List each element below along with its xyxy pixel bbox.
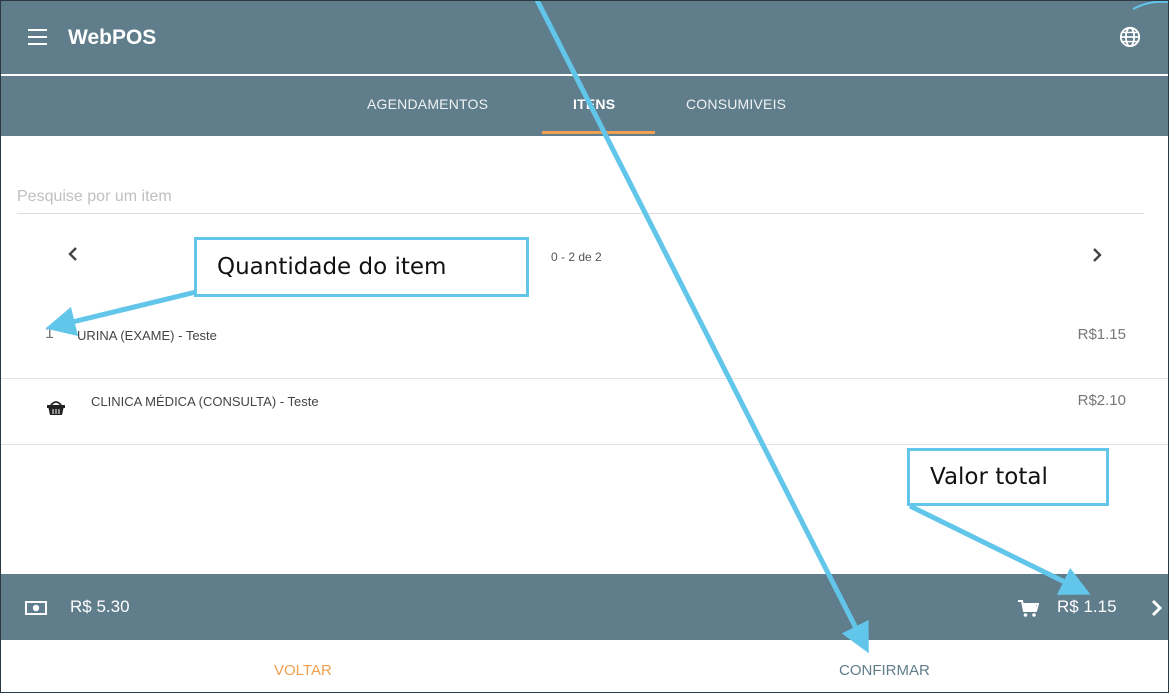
quantity-callout: Quantidade do item	[194, 237, 529, 297]
list-item[interactable]: CLINICA MÉDICA (CONSULTA) - Teste R$2.10	[0, 378, 1169, 445]
chevron-right-icon[interactable]	[1149, 598, 1165, 618]
tab-bar: AGENDAMENTOS ITENS CONSUMIVEIS	[0, 76, 1169, 136]
top-app-bar: WebPOS	[0, 0, 1169, 74]
item-price: R$1.15	[1077, 326, 1126, 343]
tab-agendamentos[interactable]: AGENDAMENTOS	[367, 96, 488, 112]
cart-total[interactable]: R$ 1.15	[1057, 597, 1117, 617]
basket-icon	[47, 401, 65, 415]
list-item[interactable]: 1 URINA (EXAME) - Teste R$1.15	[0, 312, 1169, 379]
confirm-button[interactable]: CONFIRMAR	[839, 662, 930, 679]
webpos-app: WebPOS AGENDAMENTOS ITENS CONSUMIVEIS 0 …	[0, 0, 1169, 693]
money-icon	[25, 601, 47, 615]
hamburger-menu-icon[interactable]	[28, 29, 47, 45]
tab-itens[interactable]: ITENS	[573, 96, 615, 112]
item-price: R$2.10	[1077, 392, 1126, 409]
globe-icon[interactable]	[1119, 26, 1141, 48]
active-tab-indicator	[542, 131, 655, 134]
total-callout: Valor total	[907, 448, 1109, 506]
balance-value: R$ 5.30	[70, 597, 130, 616]
pagination-info: 0 - 2 de 2	[551, 250, 602, 264]
search-input[interactable]	[17, 180, 1144, 214]
chevron-right-icon[interactable]	[1088, 243, 1108, 267]
item-quantity: 1	[45, 325, 54, 342]
summary-bar: R$ 5.30 R$ 1.15	[0, 574, 1169, 640]
back-button[interactable]: VOLTAR	[274, 662, 332, 679]
item-name: URINA (EXAME) - Teste	[77, 328, 217, 343]
tab-consumiveis[interactable]: CONSUMIVEIS	[686, 96, 786, 112]
chevron-left-icon[interactable]	[64, 242, 84, 266]
cart-icon[interactable]	[1017, 598, 1039, 618]
item-name: CLINICA MÉDICA (CONSULTA) - Teste	[91, 394, 319, 409]
app-title: WebPOS	[68, 26, 157, 49]
